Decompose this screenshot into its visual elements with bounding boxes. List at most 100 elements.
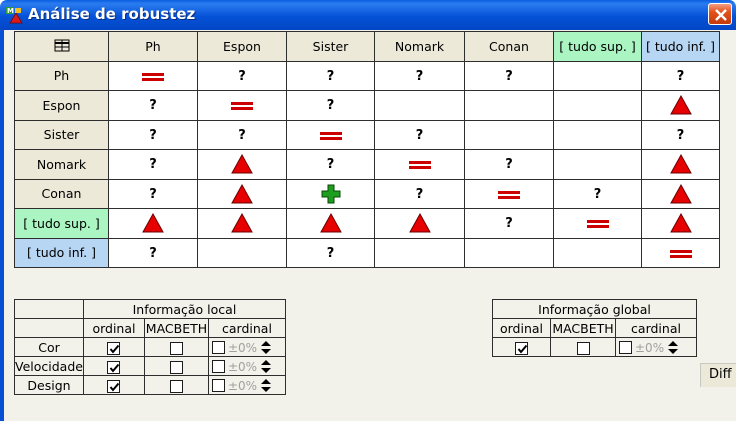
matrix-cell[interactable] xyxy=(553,60,642,91)
checkbox[interactable] xyxy=(576,341,590,355)
spinner-arrows-icon[interactable] xyxy=(261,359,272,374)
matrix-cell[interactable]: ? xyxy=(197,119,287,150)
matrix-cell[interactable] xyxy=(374,237,465,268)
matrix-cell[interactable] xyxy=(641,178,720,209)
column-header[interactable]: Espon xyxy=(197,31,287,62)
row-header[interactable]: Conan xyxy=(14,178,109,209)
matrix-cell[interactable] xyxy=(197,178,287,209)
matrix-cell[interactable] xyxy=(108,208,198,239)
matrix-cell[interactable] xyxy=(553,149,642,180)
matrix-cell[interactable]: ? xyxy=(197,60,287,91)
local-col-ordinal: ordinal xyxy=(82,318,145,338)
unknown-mark: ? xyxy=(505,68,513,84)
row-header[interactable]: [ tudo inf. ] xyxy=(14,237,109,268)
local-info-blank xyxy=(14,318,84,338)
robustness-analysis-window: M Análise de robustez Ph Espon Sister Nomar… xyxy=(0,0,736,421)
matrix-cell[interactable] xyxy=(553,208,642,239)
row-header[interactable]: Nomark xyxy=(14,149,109,180)
matrix-cell[interactable]: ? xyxy=(108,149,198,180)
matrix-cell[interactable]: ? xyxy=(641,60,720,91)
equal-icon xyxy=(498,190,520,199)
matrix-cell[interactable] xyxy=(197,149,287,180)
cardinal-percent-field[interactable]: ±0% xyxy=(228,379,257,393)
checkbox[interactable] xyxy=(211,341,225,355)
checkbox[interactable] xyxy=(107,341,121,355)
matrix-cell[interactable] xyxy=(374,149,465,180)
matrix-cell[interactable]: ? xyxy=(374,178,465,209)
matrix-cell[interactable]: ? xyxy=(641,119,720,150)
cardinal-percent-field[interactable]: ±0% xyxy=(635,341,664,355)
cardinal-cell: ±0% xyxy=(207,356,286,376)
matrix-cell[interactable]: ? xyxy=(464,208,554,239)
checkbox[interactable] xyxy=(619,341,632,355)
matrix-cell[interactable] xyxy=(286,208,375,239)
matrix-cell[interactable]: ? xyxy=(108,119,198,150)
matrix-cell[interactable]: ? xyxy=(374,60,465,91)
window-title: Análise de robustez xyxy=(28,5,196,23)
checkbox[interactable] xyxy=(169,360,183,374)
matrix-cell[interactable]: ? xyxy=(108,178,198,209)
matrix-cell[interactable] xyxy=(641,208,720,239)
matrix-cell[interactable]: ? xyxy=(286,60,375,91)
column-header[interactable]: Sister xyxy=(286,31,375,62)
spinner-arrows-icon[interactable] xyxy=(261,340,272,355)
matrix-cell[interactable] xyxy=(553,90,642,121)
matrix-cell[interactable]: ? xyxy=(286,90,375,121)
checkbox[interactable] xyxy=(107,360,121,374)
matrix-cell[interactable]: ? xyxy=(374,119,465,150)
matrix-cell[interactable] xyxy=(286,119,375,150)
row-header[interactable]: Espon xyxy=(14,90,109,121)
matrix-cell[interactable] xyxy=(197,208,287,239)
red-triangle-icon xyxy=(669,154,692,174)
matrix-cell[interactable]: ? xyxy=(464,60,554,91)
column-header[interactable]: Conan xyxy=(464,31,554,62)
matrix-cell[interactable] xyxy=(464,237,554,268)
column-header[interactable]: Nomark xyxy=(374,31,465,62)
unknown-mark: ? xyxy=(326,98,335,114)
matrix-cell[interactable] xyxy=(374,90,465,121)
row-header[interactable]: Sister xyxy=(14,119,109,150)
title-bar[interactable]: M Análise de robustez xyxy=(0,0,736,30)
checkbox[interactable] xyxy=(107,379,121,393)
matrix-cell[interactable]: ? xyxy=(464,149,554,180)
matrix-cell[interactable] xyxy=(108,60,198,91)
matrix-cell[interactable]: ? xyxy=(108,90,198,121)
matrix-cell[interactable]: ? xyxy=(286,237,375,268)
checkbox[interactable] xyxy=(169,379,183,393)
check-icon xyxy=(110,363,120,373)
matrix-cell[interactable] xyxy=(641,237,720,268)
matrix-cell[interactable] xyxy=(641,90,720,121)
matrix-cell[interactable] xyxy=(374,208,465,239)
checkbox[interactable] xyxy=(515,341,528,355)
matrix-cell[interactable] xyxy=(641,149,720,180)
checkbox[interactable] xyxy=(169,341,183,355)
matrix-cell[interactable]: ? xyxy=(286,149,375,180)
matrix-cell[interactable] xyxy=(286,178,375,209)
matrix-cell[interactable] xyxy=(553,237,642,268)
column-header[interactable]: [ tudo inf. ] xyxy=(641,31,720,62)
matrix-cell[interactable] xyxy=(197,90,287,121)
matrix-cell[interactable] xyxy=(464,90,554,121)
column-header[interactable]: [ tudo sup. ] xyxy=(553,31,642,62)
checkbox[interactable] xyxy=(211,379,225,393)
matrix-cell[interactable] xyxy=(553,119,642,150)
close-button[interactable] xyxy=(708,3,732,25)
diff-button[interactable]: Diff xyxy=(700,363,736,387)
spinner-arrows-icon[interactable] xyxy=(261,378,272,393)
cardinal-percent-field[interactable]: ±0% xyxy=(228,341,257,355)
unknown-mark: ? xyxy=(149,245,157,261)
row-header[interactable]: Ph xyxy=(14,60,109,91)
matrix-cell[interactable] xyxy=(464,178,554,209)
matrix-cell[interactable]: ? xyxy=(108,237,198,268)
cardinal-percent-field[interactable]: ±0% xyxy=(228,360,257,374)
checkbox[interactable] xyxy=(211,360,225,374)
spinner-arrows-icon[interactable] xyxy=(668,340,679,355)
dominance-matrix: Ph Espon Sister Nomark Conan[ tudo sup. ][ t… xyxy=(14,31,720,268)
matrix-cell[interactable] xyxy=(464,119,554,150)
unknown-mark: ? xyxy=(238,127,246,143)
matrix-corner[interactable] xyxy=(14,31,109,62)
matrix-cell[interactable]: ? xyxy=(553,178,642,209)
matrix-cell[interactable] xyxy=(197,237,287,268)
column-header[interactable]: Ph xyxy=(108,31,198,62)
row-header[interactable]: [ tudo sup. ] xyxy=(14,208,109,239)
